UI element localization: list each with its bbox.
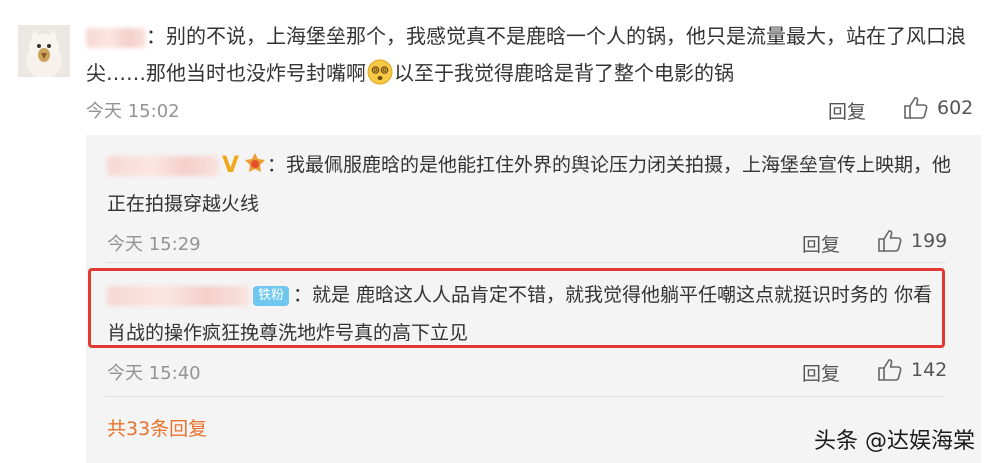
like-count: 199 [911, 230, 948, 252]
reply-1-timestamp: 今天 15:29 [107, 234, 201, 255]
highlight-box [88, 268, 945, 348]
thumbs-up-icon [904, 97, 928, 119]
like-button[interactable]: 602 [903, 96, 973, 120]
reply-2-like-button[interactable]: 142 [877, 358, 947, 382]
verified-v-icon: V [222, 152, 240, 178]
main-comment-text: ：别的不说，上海堡垒那个，我感觉真不是鹿晗一个人的锅，他只是流量最大，站在了风口… [86, 24, 966, 85]
thumbs-up-icon [878, 359, 902, 381]
reply-divider [105, 396, 945, 397]
watermark: 头条 @达娱海棠 [814, 429, 975, 454]
fan-level-badge-icon [245, 153, 266, 172]
avatar[interactable] [18, 25, 70, 77]
thumbs-up-icon [878, 230, 902, 252]
reply-2-timestamp: 今天 15:40 [107, 363, 201, 384]
cat-avatar-icon [18, 25, 70, 77]
reply-1-text: V ：我最佩服鹿晗的是他能扛住外界的舆论压力闭关拍摄，上海堡垒宣传上映期，他正在… [107, 152, 952, 215]
reply-1-like-button[interactable]: 199 [877, 229, 947, 253]
reply-1-reply-button[interactable]: 回复 [802, 230, 840, 257]
reply-button[interactable]: 回复 [828, 97, 866, 124]
reply-2-reply-button[interactable]: 回复 [802, 359, 840, 386]
dizzy-face-emoji-icon [367, 59, 393, 85]
like-count: 602 [937, 97, 974, 119]
blurred-username[interactable] [107, 155, 219, 176]
main-comment-timestamp: 今天 15:02 [86, 101, 180, 122]
like-count: 142 [911, 359, 948, 381]
blurred-username[interactable] [86, 27, 146, 48]
reply-divider [105, 262, 945, 263]
more-replies-link[interactable]: 共33条回复 [107, 414, 207, 441]
